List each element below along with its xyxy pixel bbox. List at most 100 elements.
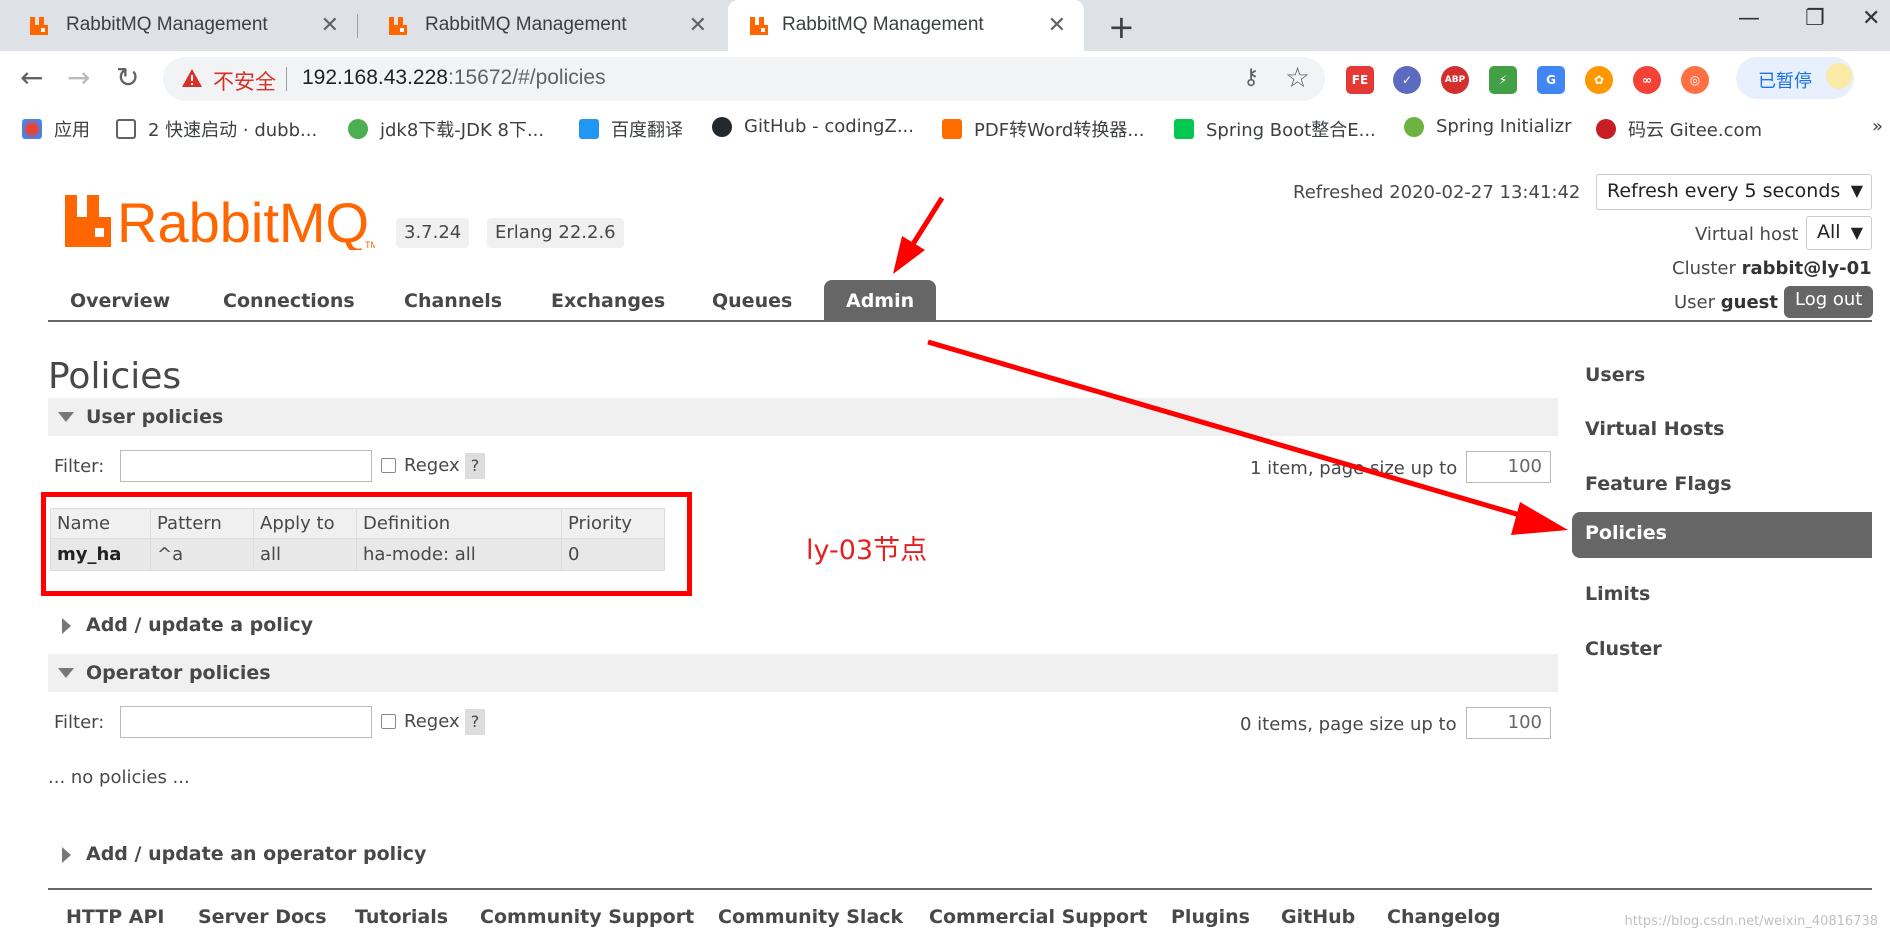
sidebar-item-policies[interactable]: Policies <box>1572 512 1872 558</box>
paging-info: 1 item, page size up to <box>1250 458 1458 479</box>
url-text[interactable]: 192.168.43.228:15672/#/policies <box>302 66 606 90</box>
refreshed-timestamp: Refreshed 2020-02-27 13:41:42 <box>1293 182 1581 203</box>
lifebuoy-extension-icon[interactable]: ◎ <box>1681 66 1709 94</box>
bookmark-label: Spring Initializr <box>1436 116 1572 137</box>
adblock-extension-icon[interactable]: ABP <box>1441 66 1469 94</box>
browser-toolbar: ← → ↻ 不安全 192.168.43.228:15672/#/policie… <box>0 51 1890 108</box>
profile-paused-button[interactable]: 已暂停 <box>1736 57 1854 99</box>
reload-icon[interactable]: ↻ <box>116 61 139 94</box>
browser-tab[interactable]: RabbitMQ Management ✕ <box>357 0 725 51</box>
close-tab-icon[interactable]: ✕ <box>321 12 339 38</box>
tab-queues[interactable]: Queues <box>690 280 814 322</box>
close-window-button[interactable]: ✕ <box>1862 6 1880 31</box>
translate-extension-icon[interactable]: G <box>1537 66 1565 94</box>
restore-window-button[interactable]: ❐ <box>1805 6 1825 31</box>
add-operator-policy-toggle[interactable]: Add / update an operator policy <box>48 835 464 873</box>
annotation-text: ly-03节点 <box>806 535 928 566</box>
footer-link-plugins[interactable]: Plugins <box>1171 906 1250 928</box>
bookmark-star-icon[interactable]: ☆ <box>1285 61 1310 94</box>
refresh-interval-value: Refresh every 5 seconds <box>1607 180 1841 202</box>
bookmark-item[interactable]: PDF转Word转换器... <box>942 116 1145 142</box>
bookmark-item[interactable]: Spring Boot整合E... <box>1174 116 1376 142</box>
footer-link-github[interactable]: GitHub <box>1281 906 1355 928</box>
user-policies-section-toggle[interactable]: User policies <box>48 398 1558 436</box>
warning-icon <box>182 69 202 87</box>
version-badge: 3.7.24 <box>396 218 470 248</box>
back-arrow-icon[interactable]: ← <box>20 61 43 94</box>
tab-exchanges[interactable]: Exchanges <box>529 280 687 322</box>
address-bar[interactable]: 不安全 192.168.43.228:15672/#/policies ⚷ ☆ <box>163 57 1325 101</box>
rabbitmq-logo: RabbitMQ TM <box>65 191 375 250</box>
footer-link-server-docs[interactable]: Server Docs <box>198 906 327 928</box>
bookmark-item[interactable]: Spring Initializr <box>1404 116 1571 137</box>
bookmark-item[interactable]: GitHub - codingZ... <box>712 116 914 137</box>
section-heading: Operator policies <box>86 662 271 684</box>
close-tab-icon[interactable]: ✕ <box>689 12 707 38</box>
infinity-extension-icon[interactable]: ∞ <box>1633 66 1661 94</box>
footer-link-http-api[interactable]: HTTP API <box>66 906 165 928</box>
apps-grid-icon <box>22 119 42 139</box>
flower-extension-icon[interactable]: ✿ <box>1585 66 1613 94</box>
tab-channels[interactable]: Channels <box>382 280 524 322</box>
sidebar-item-virtual-hosts[interactable]: Virtual Hosts <box>1572 408 1872 454</box>
browser-tab[interactable]: RabbitMQ Management ✕ <box>0 0 357 51</box>
sidebar-item-feature-flags[interactable]: Feature Flags <box>1572 463 1872 509</box>
add-policy-toggle[interactable]: Add / update a policy <box>48 606 351 644</box>
page-size-input[interactable]: 100 <box>1466 451 1551 483</box>
paging-info: 0 items, page size up to <box>1240 714 1457 735</box>
bookmark-apps[interactable]: 应用 <box>22 116 90 142</box>
bookmark-item[interactable]: 百度翻译 <box>579 116 683 142</box>
sidebar-item-cluster[interactable]: Cluster <box>1572 628 1872 674</box>
key-icon[interactable]: ⚷ <box>1243 65 1259 90</box>
footer-link-community-slack[interactable]: Community Slack <box>718 906 903 928</box>
footer-link-changelog[interactable]: Changelog <box>1387 906 1500 928</box>
gitee-icon <box>1596 119 1616 139</box>
footer-link-commercial-support[interactable]: Commercial Support <box>929 906 1148 928</box>
bookmark-label: 应用 <box>54 120 90 141</box>
cluster-info: Cluster rabbit@ly-01 <box>1672 258 1872 279</box>
browser-tab-active[interactable]: RabbitMQ Management ✕ <box>728 0 1084 51</box>
refresh-interval-select[interactable]: Refresh every 5 seconds ▼ <box>1596 174 1872 210</box>
user-policies-filter-input[interactable] <box>120 450 372 482</box>
page-size-input[interactable]: 100 <box>1466 707 1551 739</box>
virtual-host-select[interactable]: All ▼ <box>1806 216 1872 250</box>
tab-connections[interactable]: Connections <box>201 280 377 322</box>
minimize-window-button[interactable]: — <box>1738 6 1760 31</box>
not-secure-label[interactable]: 不安全 <box>213 66 276 96</box>
regex-checkbox[interactable] <box>381 458 396 473</box>
new-tab-button[interactable]: + <box>1108 8 1135 46</box>
bookmark-item[interactable]: 码云 Gitee.com <box>1596 116 1762 142</box>
footer-link-community-support[interactable]: Community Support <box>480 906 694 928</box>
check-extension-icon[interactable]: ✓ <box>1393 66 1421 94</box>
watermark: https://blog.csdn.net/weixin_40816738 <box>1624 914 1878 929</box>
virtual-host-label: Virtual host <box>1695 224 1799 245</box>
virtual-host-value: All <box>1817 221 1841 243</box>
footer-link-tutorials[interactable]: Tutorials <box>355 906 448 928</box>
lightning-extension-icon[interactable]: ⚡ <box>1489 66 1517 94</box>
pdf-icon <box>942 119 962 139</box>
regex-checkbox[interactable] <box>381 714 396 729</box>
bookmark-item[interactable]: jdk8下载-JDK 8下... <box>348 116 544 142</box>
more-bookmarks-icon[interactable]: » <box>1872 116 1883 137</box>
bookmark-item[interactable]: 2 快速启动 · dubb... <box>116 116 317 142</box>
sidebar-item-users[interactable]: Users <box>1572 354 1872 400</box>
cluster-label: Cluster <box>1672 258 1736 279</box>
fe-extension-icon[interactable]: FE <box>1346 66 1374 94</box>
section-heading: User policies <box>86 406 224 428</box>
triangle-right-icon <box>62 618 71 634</box>
regex-help-button[interactable]: ? <box>465 453 485 479</box>
operator-policies-section-toggle[interactable]: Operator policies <box>48 654 1558 692</box>
operator-policies-filter-input[interactable] <box>120 706 372 738</box>
chevron-down-icon: ▼ <box>1850 181 1863 200</box>
book-icon <box>116 119 136 139</box>
erlang-version-badge: Erlang 22.2.6 <box>487 218 624 248</box>
tab-overview[interactable]: Overview <box>48 280 192 322</box>
forward-arrow-icon[interactable]: → <box>67 61 90 94</box>
regex-help-button[interactable]: ? <box>465 709 485 735</box>
sidebar-item-limits[interactable]: Limits <box>1572 573 1872 619</box>
tab-admin[interactable]: Admin <box>824 280 937 322</box>
triangle-right-icon <box>62 847 71 863</box>
close-tab-icon[interactable]: ✕ <box>1048 12 1066 38</box>
rabbitmq-page: RabbitMQ TM 3.7.24 Erlang 22.2.6 Refresh… <box>0 146 1890 948</box>
tab-title: RabbitMQ Management <box>782 14 984 35</box>
